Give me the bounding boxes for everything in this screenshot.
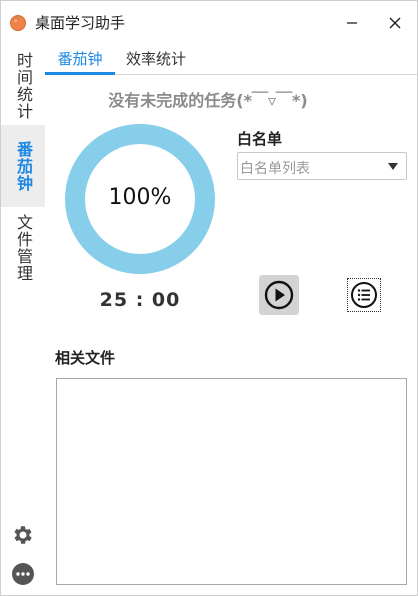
minimize-button[interactable] <box>335 9 369 37</box>
tab-pomodoro[interactable]: 番茄钟 <box>45 45 115 75</box>
task-status-message: 没有未完成的任务(*￣▿￣*) <box>108 91 308 110</box>
minimize-icon <box>347 22 357 24</box>
start-button[interactable] <box>259 275 299 315</box>
gear-icon[interactable] <box>11 523 35 547</box>
sidebar-tab-label: 番茄钟 <box>14 140 33 192</box>
title-bar: 桌面学习助手 <box>1 1 417 43</box>
window-title: 桌面学习助手 <box>35 14 126 32</box>
tab-efficiency-stats[interactable]: 效率统计 <box>119 45 193 75</box>
related-files-label: 相关文件 <box>55 349 116 367</box>
whitelist-placeholder: 白名单列表 <box>240 161 310 177</box>
app-window: 桌面学习助手 时间统计 番茄钟 文件管理 番茄钟 效率统计 没有未完成的任务(*… <box>0 0 418 596</box>
sidebar-tab-pomodoro[interactable]: 番茄钟 <box>1 125 45 207</box>
close-button[interactable] <box>378 9 412 37</box>
sidebar-tab-time-stats[interactable]: 时间统计 <box>1 45 45 127</box>
timer-display: 25 : 00 <box>99 289 181 311</box>
play-icon <box>264 280 294 310</box>
chevron-down-icon <box>388 163 398 170</box>
top-tab-bar: 番茄钟 效率统计 <box>45 45 417 75</box>
sidebar-tab-label: 文件管理 <box>14 214 33 282</box>
sidebar-tab-file-management[interactable]: 文件管理 <box>1 207 45 289</box>
sidebar-tab-label: 时间统计 <box>14 52 33 120</box>
list-icon <box>351 282 377 308</box>
more-icon[interactable] <box>11 562 35 586</box>
whitelist-dropdown[interactable]: 白名单列表 <box>237 152 407 180</box>
progress-percent: 100% <box>108 185 172 210</box>
whitelist-label: 白名单 <box>237 130 283 148</box>
related-files-list[interactable] <box>56 378 407 585</box>
tomato-app-icon <box>10 15 26 31</box>
task-list-button[interactable] <box>347 278 381 312</box>
close-icon <box>389 17 401 29</box>
